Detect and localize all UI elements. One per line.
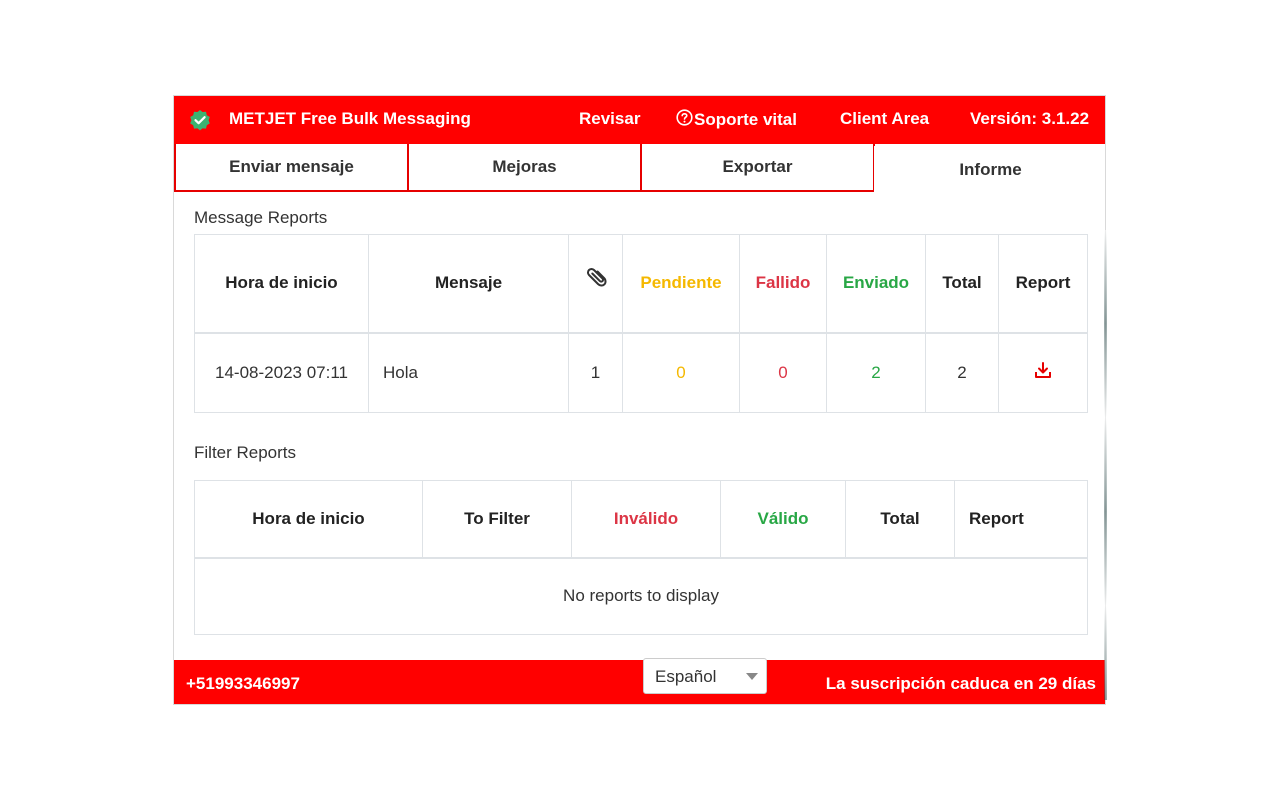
- tab-mejoras[interactable]: Mejoras: [407, 144, 642, 192]
- footer-bar: +51993346997 Español La suscripción cadu…: [174, 658, 1105, 704]
- empty-row: No reports to display: [194, 557, 1088, 635]
- phone-number: +51993346997: [186, 674, 300, 693]
- tab-informe[interactable]: Informe: [874, 146, 1105, 194]
- language-select-value: Español: [655, 667, 717, 686]
- caret-down-icon: [746, 673, 758, 680]
- col-invalid: Inválido: [571, 480, 721, 559]
- col-pending: Pendiente: [622, 234, 740, 334]
- col-to-filter: To Filter: [422, 480, 572, 559]
- language-select[interactable]: Español: [643, 658, 767, 694]
- cell-total: 2: [925, 332, 999, 413]
- empty-message: No reports to display: [194, 557, 1088, 635]
- cell-failed: 0: [739, 332, 827, 413]
- tab-enviar-mensaje[interactable]: Enviar mensaje: [174, 144, 409, 192]
- cell-attachments: 1: [568, 332, 623, 413]
- cell-pending: 0: [622, 332, 740, 413]
- col-total: Total: [925, 234, 999, 334]
- cell-start-time: 14-08-2023 07:11: [194, 332, 369, 413]
- cell-message: Hola: [368, 332, 569, 413]
- col-report: Report: [954, 480, 1088, 559]
- cell-report: [998, 332, 1088, 413]
- message-reports-title: Message Reports: [194, 208, 328, 227]
- nav-soporte-link[interactable]: Soporte vital: [676, 109, 797, 130]
- col-total: Total: [845, 480, 955, 559]
- col-valid: Válido: [720, 480, 846, 559]
- table-row: 14-08-2023 07:11 Hola 1 0 0 2 2: [194, 332, 1088, 413]
- nav-soporte-label: Soporte vital: [694, 110, 797, 129]
- download-icon[interactable]: [1034, 361, 1052, 379]
- nav-client-area-link[interactable]: Client Area: [840, 109, 929, 129]
- col-sent: Enviado: [826, 234, 926, 334]
- col-start-time: Hora de inicio: [194, 234, 369, 334]
- tab-bar: Enviar mensaje Mejoras Exportar Informe: [174, 144, 1105, 194]
- table-header-row: Hora de inicio To Filter Inválido Válido…: [194, 480, 1088, 559]
- version-label: Versión: 3.1.22: [970, 109, 1090, 128]
- cell-sent: 2: [826, 332, 926, 413]
- subscription-expiry: La suscripción caduca en 29 días: [825, 674, 1096, 693]
- col-failed: Fallido: [739, 234, 827, 334]
- header-bar: METJET Free Bulk Messaging Revisar Sopor…: [174, 96, 1105, 144]
- filter-reports-title: Filter Reports: [194, 443, 297, 462]
- table-header-row: Hora de inicio Mensaje Pendiente Fallido…: [194, 234, 1088, 334]
- nav-revisar-link[interactable]: Revisar: [579, 109, 640, 129]
- help-circle-icon: [676, 109, 693, 126]
- app-title: METJET Free Bulk Messaging: [229, 109, 471, 128]
- col-report: Report: [998, 234, 1088, 334]
- col-message: Mensaje: [368, 234, 569, 334]
- col-attachments: [568, 234, 623, 334]
- paperclip-icon: [586, 268, 607, 287]
- message-reports-table: Hora de inicio Mensaje Pendiente Fallido…: [194, 234, 1088, 413]
- background-edge: [1104, 230, 1107, 700]
- col-start-time: Hora de inicio: [194, 480, 423, 559]
- filter-reports-table: Hora de inicio To Filter Inválido Válido…: [194, 480, 1088, 635]
- extension-popup: METJET Free Bulk Messaging Revisar Sopor…: [173, 95, 1106, 705]
- verified-shield-icon: [190, 110, 210, 131]
- tab-exportar[interactable]: Exportar: [640, 144, 875, 192]
